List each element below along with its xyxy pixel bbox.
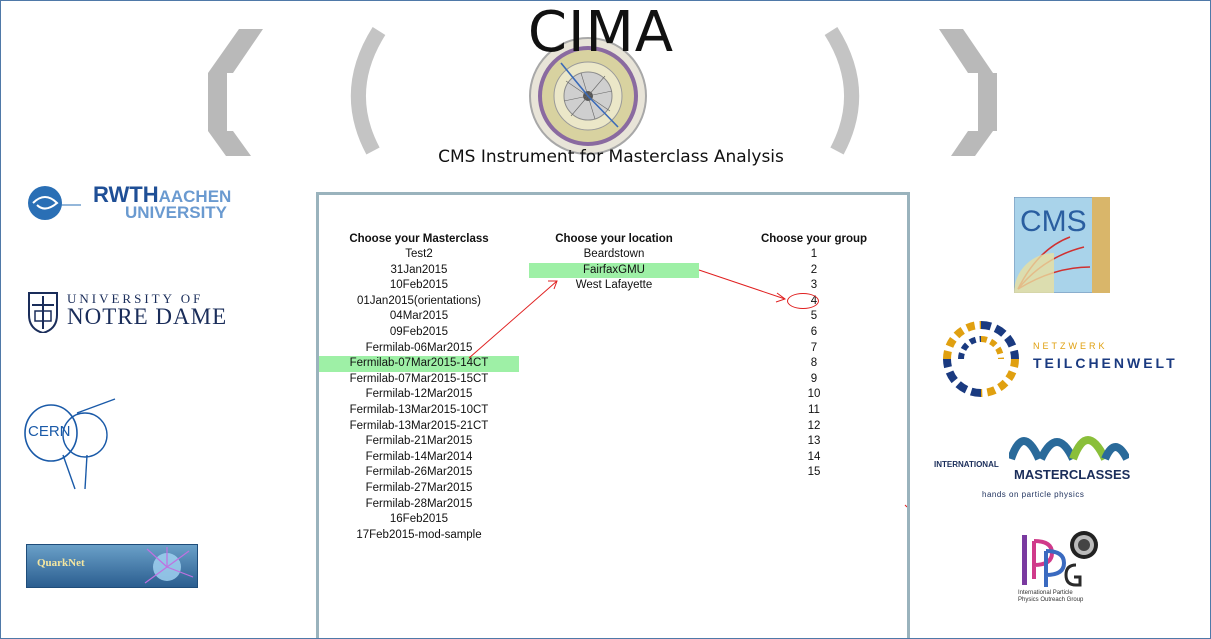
group-option[interactable]: 2 (739, 263, 889, 279)
quarknet-logo: QuarkNet (26, 544, 198, 588)
masterclass-option[interactable]: 04Mar2015 (319, 309, 519, 325)
masterclass-list: Test2 31Jan2015 10Feb2015 01Jan2015(orienta… (319, 247, 519, 543)
masterclass-column: Choose your Masterclass Test2 31Jan2015 10… (319, 231, 519, 543)
location-list: Beardstown FairfaxGMU West Lafayette (529, 247, 699, 294)
masterclass-option[interactable]: Fermilab-27Mar2015 (319, 481, 519, 497)
cern-rings-icon (24, 398, 116, 490)
masterclass-option[interactable]: Fermilab-07Mar2015-14CT (319, 356, 519, 372)
group-option[interactable]: 14 (739, 450, 889, 466)
stray-mark (904, 504, 907, 508)
group-option[interactable]: 9 (739, 372, 889, 388)
group-option[interactable]: 6 (739, 325, 889, 341)
cms-text: CMS (1020, 205, 1087, 238)
masterclass-option[interactable]: 01Jan2015(orientations) (319, 294, 519, 310)
international-text: INTERNATIONAL (934, 460, 999, 469)
group-option[interactable]: 3 (739, 278, 889, 294)
university-text: UNIVERSITY (125, 203, 228, 222)
masterclass-option[interactable]: Fermilab-21Mar2015 (319, 434, 519, 450)
cern-text: CERN (28, 423, 71, 440)
masterclasses-tagline: hands on particle physics (982, 490, 1085, 499)
location-column: Choose your location Beardstown FairfaxGM… (529, 231, 699, 294)
masterclass-option[interactable]: 10Feb2015 (319, 278, 519, 294)
masterclasses-text: MASTERCLASSES (1014, 467, 1131, 482)
notre-dame-text: NOTRE DAME (67, 304, 228, 329)
group-option[interactable]: 7 (739, 341, 889, 357)
group-option[interactable]: 12 (739, 419, 889, 435)
masterclass-option[interactable]: Test2 (319, 247, 519, 263)
selected-group-circle (787, 293, 819, 309)
cern-logo: CERN (23, 395, 123, 493)
group-column: Choose your group 1 2 3 4 5 6 7 8 9 10 11 12 13 14 15 (739, 231, 889, 481)
location-heading: Choose your location (555, 233, 673, 245)
masterclass-option[interactable]: Fermilab-28Mar2015 (319, 497, 519, 513)
group-option[interactable]: 10 (739, 387, 889, 403)
group-heading: Choose your group (760, 233, 868, 245)
notre-dame-shield-icon (28, 292, 58, 333)
masterclass-option[interactable]: Fermilab-26Mar2015 (319, 465, 519, 481)
cima-page: CIMA CMS Instrument for Masterclass Anal… (0, 0, 1211, 639)
masterclass-option[interactable]: 17Feb2015-mod-sample (319, 528, 519, 544)
netzwerk-text: NETZWERK (1033, 341, 1108, 351)
group-option[interactable]: 13 (739, 434, 889, 450)
ippog-line1: International Particle (1018, 590, 1073, 596)
page-title: CIMA (527, 0, 675, 65)
masterclass-option[interactable]: Fermilab-07Mar2015-15CT (319, 372, 519, 388)
location-option[interactable]: West Lafayette (529, 278, 699, 294)
masterclasses-arcs-icon (1009, 436, 1129, 461)
quarknet-text: QuarkNet (37, 557, 85, 569)
page-subtitle: CMS Instrument for Masterclass Analysis (438, 147, 784, 167)
quarknet-burst-icon (144, 547, 194, 584)
masterclass-option[interactable]: Fermilab-14Mar2014 (319, 450, 519, 466)
masterclass-option[interactable]: Fermilab-13Mar2015-21CT (319, 419, 519, 435)
netzwerk-ring-icon (943, 321, 1019, 397)
rwth-logo: RWTHAACHEN UNIVERSITY (21, 179, 231, 229)
masterclass-option[interactable]: 16Feb2015 (319, 512, 519, 528)
rwth-swirl-icon (28, 186, 81, 220)
cms-logo: CMS (1013, 196, 1111, 294)
group-option[interactable]: 5 (739, 309, 889, 325)
ippog-line2: Physics Outreach Group (1018, 597, 1084, 603)
group-option[interactable]: 11 (739, 403, 889, 419)
masterclass-option[interactable]: Fermilab-12Mar2015 (319, 387, 519, 403)
international-masterclasses-logo: INTERNATIONAL MASTERCLASSES hands on par… (934, 421, 1134, 501)
group-option[interactable]: 8 (739, 356, 889, 372)
teilchenwelt-text: TEILCHENWELT (1033, 355, 1178, 371)
ippog-letters-icon (1022, 531, 1098, 587)
masterclass-option[interactable]: Fermilab-13Mar2015-10CT (319, 403, 519, 419)
location-option[interactable]: Beardstown (529, 247, 699, 263)
notre-dame-logo: UNIVERSITY OF NOTRE DAME (27, 291, 237, 341)
selection-panel: Choose your Masterclass Test2 31Jan2015 10… (316, 192, 910, 638)
masterclass-option[interactable]: Fermilab-06Mar2015 (319, 341, 519, 357)
masterclass-option[interactable]: 09Feb2015 (319, 325, 519, 341)
group-list: 1 2 3 4 5 6 7 8 9 10 11 12 13 14 15 (739, 247, 889, 481)
masterclass-option[interactable]: 31Jan2015 (319, 263, 519, 279)
netzwerk-teilchenwelt-logo: NETZWERK TEILCHENWELT (941, 319, 1201, 399)
group-option[interactable]: 15 (739, 465, 889, 481)
ippog-logo: International Particle Physics Outreach … (1018, 527, 1118, 617)
group-option[interactable]: 1 (739, 247, 889, 263)
header: CIMA CMS Instrument for Masterclass Anal… (1, 1, 1210, 176)
masterclass-heading: Choose your Masterclass (349, 233, 489, 245)
location-option[interactable]: FairfaxGMU (529, 262, 699, 279)
